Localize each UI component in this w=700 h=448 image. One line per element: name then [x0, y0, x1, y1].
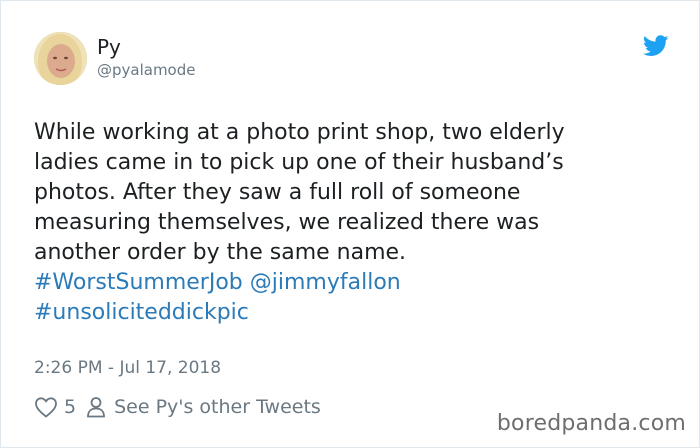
- hashtag-line: #WorstSummerJob @jimmyfallon: [34, 268, 664, 298]
- timestamp[interactable]: 2:26 PM - Jul 17, 2018: [34, 358, 221, 378]
- heart-icon[interactable]: [34, 396, 58, 418]
- tweet-line: measuring themselves, we realized there …: [34, 210, 540, 235]
- like-count[interactable]: 5: [64, 396, 76, 418]
- tweet-card: Py @pyalamode While working at a photo p…: [0, 0, 700, 448]
- twitter-bird-icon[interactable]: [643, 35, 669, 57]
- hashtag-link[interactable]: #unsoliciteddickpic: [34, 300, 249, 325]
- tweet-line: While working at a photo print shop, two…: [34, 120, 565, 145]
- author-handle[interactable]: @pyalamode: [97, 61, 196, 79]
- person-icon: [87, 397, 105, 418]
- see-other-tweets-link[interactable]: See Py's other Tweets: [114, 396, 321, 418]
- hashtag-line: #unsoliciteddickpic: [34, 298, 664, 328]
- tweet-line: ladies came in to pick up one of their h…: [34, 150, 564, 175]
- tweet-text: While working at a photo print shop, two…: [34, 118, 664, 328]
- mention-link[interactable]: @jimmyfallon: [250, 270, 401, 295]
- watermark: boredpanda.com: [496, 411, 686, 436]
- avatar[interactable]: [34, 32, 87, 85]
- tweet-actions: 5 See Py's other Tweets: [34, 394, 321, 420]
- hashtag-link[interactable]: #WorstSummerJob: [34, 270, 243, 295]
- tweet-line: photos. After they saw a full roll of so…: [34, 180, 521, 205]
- author-name[interactable]: Py: [97, 35, 121, 59]
- tweet-line: another order by the same name.: [34, 240, 407, 265]
